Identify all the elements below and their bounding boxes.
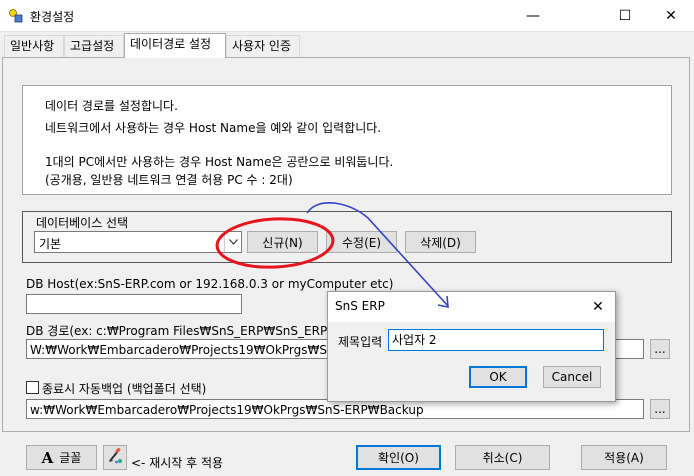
dialog-title: SnS ERP: [335, 299, 385, 313]
window-title: 환경설정: [30, 10, 75, 24]
font-button-label: 글꼴: [59, 451, 82, 465]
chevron-down-icon[interactable]: [224, 232, 241, 252]
info-line: (공개용, 일반용 네트워크 연결 허용 PC 수 : 2대): [45, 173, 293, 187]
info-box: 데이터 경로를 설정합니다. 네트워크에서 사용하는 경우 Host Name을…: [22, 85, 672, 195]
db-path-label: DB 경로(ex: c:₩Program Files₩SnS_ERP₩SnS_E…: [26, 324, 368, 338]
close-button[interactable]: ✕: [648, 0, 694, 32]
title-bar: [0, 0, 694, 32]
cancel-button[interactable]: 취소(C): [455, 445, 550, 470]
auto-backup-checkbox[interactable]: [26, 381, 39, 394]
delete-db-button[interactable]: 삭제(D): [405, 231, 476, 253]
color-button[interactable]: [103, 445, 127, 470]
tab-general[interactable]: 일반사항: [4, 35, 64, 57]
font-button[interactable]: A 글꼴: [26, 445, 97, 470]
info-line: 1대의 PC에서만 사용하는 경우 Host Name은 공란으로 비워둡니다.: [45, 155, 394, 169]
minimize-icon: —: [526, 8, 540, 24]
db-select-label: 데이터베이스 선택: [36, 216, 129, 230]
info-line: 네트워크에서 사용하는 경우 Host Name을 예와 같이 입력합니다.: [45, 121, 382, 135]
auto-backup-label: 종료시 자동백업 (백업폴더 선택): [42, 382, 207, 396]
db-host-input[interactable]: [26, 294, 242, 314]
db-select-value: 기본: [39, 237, 62, 251]
tab-user-auth[interactable]: 사용자 인증: [226, 35, 300, 57]
dialog-close-icon[interactable]: ✕: [581, 292, 615, 322]
new-db-button[interactable]: 신규(N): [247, 231, 318, 253]
backup-browse-button[interactable]: ...: [650, 399, 670, 419]
font-A-icon: A: [41, 448, 54, 467]
db-path-browse-button[interactable]: ...: [650, 339, 670, 359]
restart-note: <- 재시작 후 적용: [131, 456, 224, 470]
settings-app-icon: [8, 8, 24, 24]
maximize-button[interactable]: ☐: [602, 0, 648, 32]
backup-path-input[interactable]: w:₩Work₩Embarcadero₩Projects19₩OkPrgs₩Sn…: [26, 399, 644, 419]
db-host-label: DB Host(ex:SnS-ERP.com or 192.168.0.3 or…: [26, 277, 394, 291]
dialog-field-label: 제목입력: [338, 335, 383, 349]
apply-button[interactable]: 적용(A): [581, 445, 667, 470]
ok-button[interactable]: 확인(O): [356, 445, 441, 470]
edit-db-button[interactable]: 수정(E): [326, 231, 397, 253]
dialog-title-input[interactable]: 사업자 2: [388, 329, 604, 351]
tab-advanced[interactable]: 고급설정: [64, 35, 124, 57]
dialog-cancel-button[interactable]: Cancel: [543, 366, 601, 388]
tab-data-path[interactable]: 데이터경로 설정: [124, 33, 226, 58]
title-input-dialog: SnS ERP ✕ 제목입력 사업자 2 OK Cancel: [327, 291, 616, 402]
dialog-title-bar: SnS ERP ✕: [328, 292, 615, 322]
dialog-ok-button[interactable]: OK: [469, 366, 527, 388]
info-line: 데이터 경로를 설정합니다.: [45, 99, 178, 113]
db-select-combo[interactable]: 기본: [34, 231, 242, 253]
maximize-icon: ☐: [618, 8, 632, 24]
close-icon: ✕: [665, 8, 677, 24]
paint-brush-icon: [107, 447, 123, 467]
minimize-button[interactable]: —: [510, 0, 556, 32]
